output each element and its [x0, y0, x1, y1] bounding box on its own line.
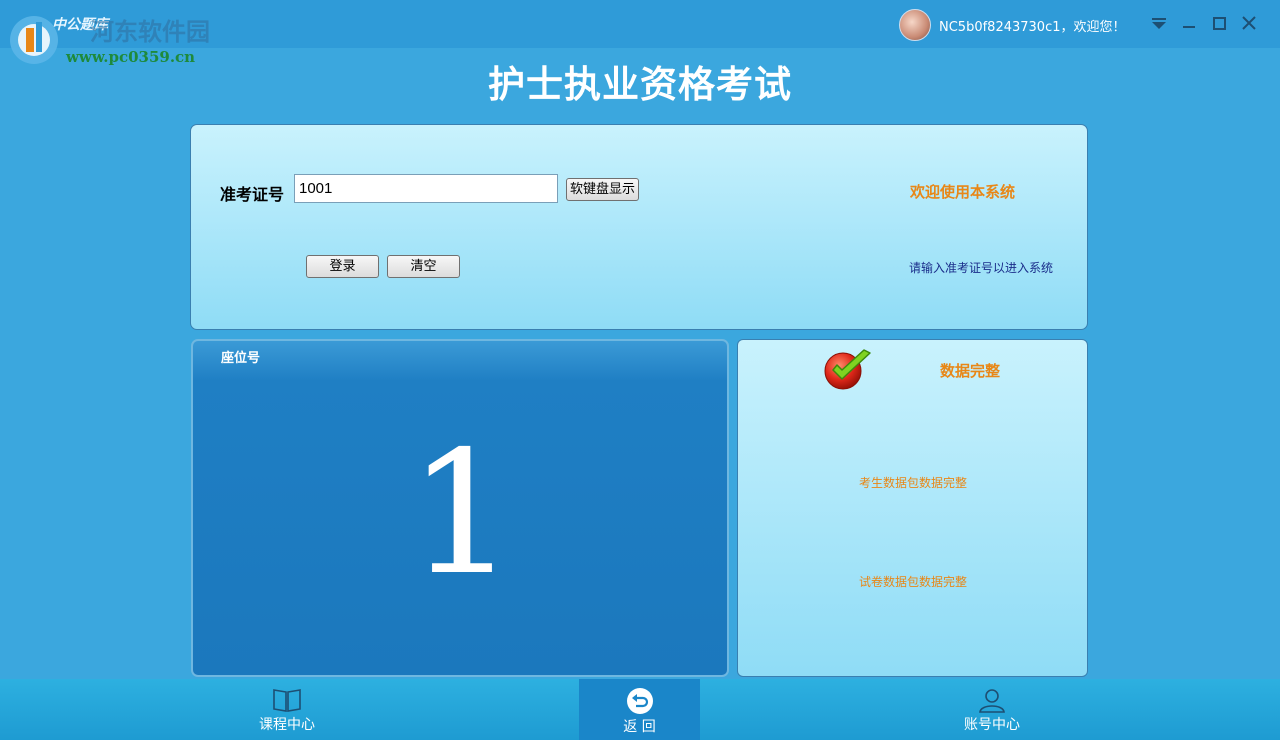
bottom-nav: 课程中心 返 回 账号中心 — [0, 679, 1280, 740]
maximize-icon[interactable] — [1208, 12, 1230, 34]
welcome-text: 欢迎使用本系统 — [910, 183, 1016, 201]
return-icon — [626, 688, 653, 714]
data-status-panel: 数据完整 考生数据包数据完整 试卷数据包数据完整 — [737, 339, 1088, 677]
checkmark-icon — [824, 349, 871, 390]
menu-dropdown-icon[interactable] — [1148, 12, 1170, 34]
seat-panel: 座位号 1 — [191, 339, 729, 677]
login-panel: 准考证号 软键盘显示 登录 清空 欢迎使用本系统 请输入准考证号以进入系统 — [190, 124, 1088, 330]
watermark: 河东软件园 — [90, 17, 210, 46]
avatar[interactable] — [899, 9, 931, 41]
clear-button[interactable]: 清空 — [387, 255, 460, 278]
title-bar: 中公题库 河东软件园 NC5b0f8243730c1，欢迎您！ — [0, 0, 1280, 64]
minimize-icon[interactable] — [1178, 12, 1200, 34]
exam-id-label: 准考证号 — [220, 185, 285, 204]
soft-keyboard-button[interactable]: 软键盘显示 — [566, 178, 639, 201]
close-icon[interactable] — [1238, 12, 1260, 34]
seat-label: 座位号 — [221, 351, 261, 366]
book-icon — [273, 689, 301, 712]
nav-back[interactable]: 返 回 — [579, 679, 700, 740]
status-title: 数据完整 — [940, 362, 1001, 380]
nav-course-center[interactable]: 课程中心 — [227, 679, 347, 740]
user-icon — [979, 689, 1005, 713]
user-greeting: NC5b0f8243730c1，欢迎您！ — [939, 20, 1126, 35]
candidate-data-status: 考生数据包数据完整 — [859, 476, 968, 490]
seat-number: 1 — [407, 415, 517, 613]
login-button[interactable]: 登录 — [306, 255, 379, 278]
nav-label: 课程中心 — [259, 717, 315, 733]
nav-account-center[interactable]: 账号中心 — [932, 679, 1052, 740]
nav-label: 账号中心 — [964, 717, 1020, 733]
nav-label: 返 回 — [623, 719, 656, 735]
exam-id-input[interactable] — [294, 174, 558, 203]
paper-data-status: 试卷数据包数据完整 — [859, 575, 968, 589]
login-hint: 请输入准考证号以进入系统 — [909, 261, 1054, 275]
page-title: 护士执业资格考试 — [488, 63, 792, 106]
